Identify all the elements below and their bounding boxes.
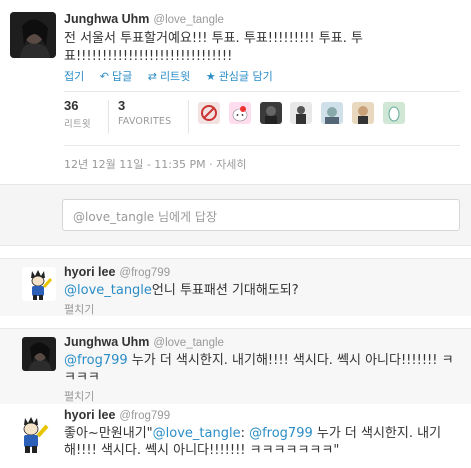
author-name[interactable]: Junghwa Uhm	[64, 12, 149, 26]
avatar[interactable]	[290, 102, 313, 124]
favorite-button[interactable]: ★ 관심글 담기	[206, 70, 273, 83]
retweet-icon: ⇄	[147, 70, 157, 83]
tweet-text: 전 서울서 투표할거예요!!! 투표. 투표!!!!!!!!! 투표. 투표!!…	[64, 31, 363, 64]
star-icon: ★	[205, 70, 216, 83]
tweet-text: 좋아~만원내기"@love_tangle: @frog799 누가 더 색시한지…	[64, 425, 464, 459]
mention-link[interactable]: @love_tangle	[153, 426, 241, 441]
avatar[interactable]	[382, 102, 405, 124]
author-row: hyori lee @frog799	[64, 265, 170, 279]
reply-tweet: hyori lee @frog799 @love_tangle언니 투표패션 기대…	[0, 258, 471, 316]
tweet-actions: 접기 ↶ 답글 ⇄ 리트윗 ★ 관심글 담기	[64, 68, 285, 84]
avatar[interactable]	[198, 102, 220, 124]
avatar[interactable]	[22, 337, 56, 371]
mention-link[interactable]: @frog799	[64, 353, 128, 368]
retweets-count: 36	[64, 98, 79, 113]
reply-tweet: Junghwa Uhm @love_tangle @frog799 누가 더 색시…	[0, 328, 471, 404]
author-row: Junghwa Uhm @love_tangle	[64, 335, 224, 349]
author-row: Junghwa Uhm @love_tangle	[64, 12, 224, 26]
avatar[interactable]	[22, 267, 56, 301]
collapse-button[interactable]: 접기	[64, 70, 84, 83]
favorites-stat[interactable]: 3 FAVORITES	[118, 98, 171, 127]
reply-button[interactable]: ↶ 답글	[100, 70, 132, 83]
tweet-text: @frog799 누가 더 색시한지. 내기해!!!! 색시다. 쎅시 아니다!…	[64, 352, 464, 386]
mention-link[interactable]: @love_tangle	[64, 283, 152, 298]
author-name[interactable]: Junghwa Uhm	[64, 335, 149, 349]
tweet-stats: 36 리트윗 3 FAVORITES	[64, 98, 464, 138]
timestamp-value[interactable]: 12년 12월 11일 - 11:35 PM	[64, 158, 206, 171]
divider	[64, 91, 460, 92]
avatar[interactable]	[321, 102, 344, 124]
avatar[interactable]	[259, 102, 282, 124]
favorites-count: 3	[118, 98, 126, 113]
author-handle[interactable]: @love_tangle	[153, 337, 224, 349]
author-row: hyori lee @frog799	[64, 408, 170, 422]
avatar[interactable]	[12, 412, 52, 456]
divider	[64, 145, 460, 146]
reply-body-mid: :	[240, 426, 250, 441]
mention-link[interactable]: @frog799	[249, 426, 313, 441]
tweet-text: @love_tangle언니 투표패션 기대해도되?	[64, 282, 464, 299]
author-handle[interactable]: @love_tangle	[153, 14, 224, 26]
collapse-label: 접기	[64, 70, 85, 83]
author-name[interactable]: hyori lee	[64, 265, 115, 279]
avatar[interactable]	[352, 102, 375, 124]
reply-icon: ↶	[99, 70, 109, 83]
retweet-button[interactable]: ⇄ 리트윗	[148, 70, 191, 83]
author-handle[interactable]: @frog799	[119, 267, 170, 279]
divider	[188, 100, 189, 134]
favorite-label: 관심글 담기	[218, 70, 273, 83]
author-handle[interactable]: @frog799	[119, 410, 170, 422]
favorites-label: FAVORITES	[118, 116, 172, 127]
divider	[108, 100, 109, 134]
reply-body-prefix: 좋아~만원내기"	[64, 426, 153, 441]
favoriters-avatars	[198, 102, 410, 124]
retweets-label: 리트윗	[64, 119, 91, 130]
author-name[interactable]: hyori lee	[64, 408, 115, 422]
avatar[interactable]	[228, 102, 251, 124]
retweet-label: 리트윗	[159, 70, 191, 83]
details-link[interactable]: 자세히	[216, 158, 246, 171]
reply-body: 언니 투표패션 기대해도되?	[151, 283, 299, 298]
tweet-timestamp: 12년 12월 11일 - 11:35 PM · 자세히	[64, 158, 247, 171]
reply-label: 답글	[111, 70, 133, 83]
reply-tweet: hyori lee @frog799 좋아~만원내기"@love_tangle: …	[0, 404, 471, 468]
main-tweet: Junghwa Uhm @love_tangle 전 서울서 투표할거예요!!! …	[0, 0, 471, 198]
expand-link[interactable]: 펼치기	[64, 388, 94, 404]
expand-link[interactable]: 펼치기	[64, 301, 94, 317]
avatar[interactable]	[10, 12, 56, 58]
reply-area: @love_tangle 님에게 답장	[0, 184, 471, 246]
reply-input[interactable]: @love_tangle 님에게 답장	[62, 199, 460, 231]
retweets-stat[interactable]: 36 리트윗	[64, 98, 91, 130]
